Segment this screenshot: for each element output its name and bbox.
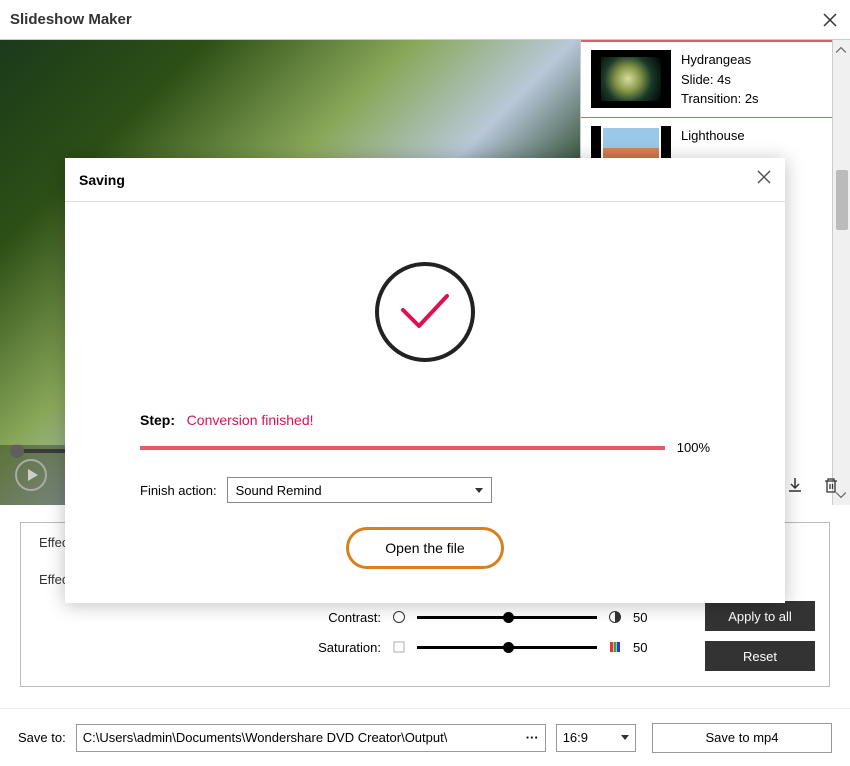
window-titlebar: Slideshow Maker (0, 0, 850, 40)
download-icon[interactable] (786, 476, 804, 494)
apply-to-all-button[interactable]: Apply to all (705, 601, 815, 631)
trash-icon[interactable] (822, 476, 840, 494)
contrast-max-icon (607, 609, 623, 625)
slide-name: Hydrangeas (681, 50, 759, 70)
saturation-row: Saturation: 50 (39, 639, 811, 655)
close-icon (757, 170, 771, 184)
step-row: Step: Conversion finished! (140, 412, 710, 428)
aspect-ratio-select[interactable]: 16:9 (556, 724, 636, 752)
progress-percent: 100% (677, 440, 710, 455)
slide-name: Lighthouse (681, 126, 745, 146)
save-to-mp4-button[interactable]: Save to mp4 (652, 723, 832, 753)
contrast-slider[interactable] (417, 616, 597, 619)
step-label: Step: (140, 412, 175, 428)
finish-action-value: Sound Remind (236, 483, 322, 498)
finish-action-label: Finish action: (140, 483, 217, 498)
scrollbar-thumb[interactable] (836, 170, 848, 230)
finish-action-row: Finish action: Sound Remind (140, 477, 710, 503)
save-to-label: Save to: (18, 730, 66, 745)
browse-more-icon[interactable]: ··· (526, 730, 539, 745)
window-close-button[interactable] (820, 10, 840, 30)
contrast-value: 50 (633, 610, 661, 625)
saving-dialog: Saving Step: Conversion finished! 100% F… (65, 158, 785, 603)
output-path-text: C:\Users\admin\Documents\Wondershare DVD… (83, 730, 448, 745)
scroll-up-icon[interactable] (835, 44, 847, 56)
close-icon (823, 13, 837, 27)
window-title: Slideshow Maker (10, 11, 132, 28)
chevron-down-icon (475, 488, 483, 493)
chevron-down-icon (621, 735, 629, 740)
saturation-slider-thumb[interactable] (503, 642, 514, 653)
slide-meta: Lighthouse (681, 126, 745, 146)
finish-action-select[interactable]: Sound Remind (227, 477, 492, 503)
play-icon (28, 469, 38, 481)
slide-duration: Slide: 4s (681, 70, 759, 90)
aspect-ratio-value: 16:9 (563, 730, 588, 745)
contrast-slider-thumb[interactable] (503, 612, 514, 623)
toolbar-icons (786, 465, 840, 505)
bottom-bar: Save to: C:\Users\admin\Documents\Wonder… (0, 708, 850, 766)
contrast-label: Contrast: (306, 610, 381, 625)
output-path-input[interactable]: C:\Users\admin\Documents\Wondershare DVD… (76, 724, 546, 752)
progress-bar (140, 446, 665, 450)
dialog-close-button[interactable] (757, 170, 771, 189)
contrast-min-icon (391, 609, 407, 625)
slide-item[interactable]: Hydrangeas Slide: 4s Transition: 2s (581, 42, 850, 118)
saturation-label: Saturation: (306, 640, 381, 655)
saturation-max-icon (607, 639, 623, 655)
slide-transition: Transition: 2s (681, 89, 759, 109)
dialog-header: Saving (65, 158, 785, 202)
slide-thumbnail (591, 50, 671, 108)
saturation-slider[interactable] (417, 646, 597, 649)
sidebar-scrollbar[interactable] (832, 40, 850, 505)
dialog-title: Saving (79, 172, 125, 188)
play-button[interactable] (15, 459, 47, 491)
saturation-value: 50 (633, 640, 661, 655)
contrast-row: Contrast: 50 (39, 609, 811, 625)
slide-meta: Hydrangeas Slide: 4s Transition: 2s (681, 50, 759, 109)
reset-button[interactable]: Reset (705, 641, 815, 671)
step-value: Conversion finished! (187, 412, 314, 428)
open-file-button[interactable]: Open the file (346, 527, 503, 569)
saturation-min-icon (391, 639, 407, 655)
success-check-icon (375, 262, 475, 362)
progress-row: 100% (140, 440, 710, 455)
